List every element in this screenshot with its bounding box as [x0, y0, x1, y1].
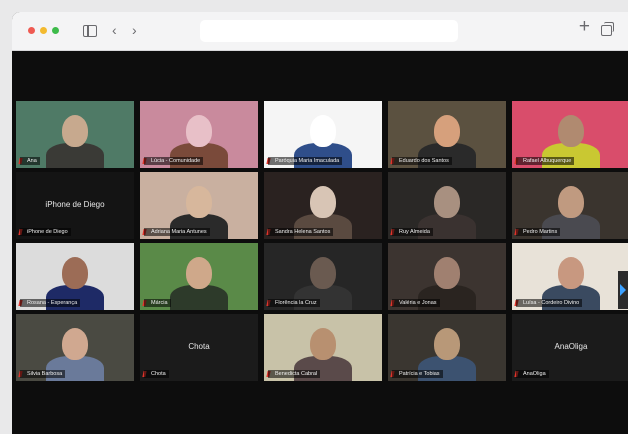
participant-name: Eduardo dos Santos: [392, 157, 452, 165]
participant-face: [558, 257, 584, 289]
participant-tile[interactable]: Paróquia Maria Imaculada: [264, 101, 382, 168]
participant-face: [558, 186, 584, 218]
participant-name: Florência la Cruz: [268, 299, 320, 307]
participant-face: [434, 186, 460, 218]
participant-face: [558, 115, 584, 147]
participant-tile[interactable]: Luísa - Cordeiro Divino: [512, 243, 628, 310]
participant-tile[interactable]: Benedicta Cabral: [264, 314, 382, 381]
participant-name: Patrícia e Tobias: [392, 370, 443, 378]
participant-name: iPhone de Diego: [20, 228, 71, 236]
address-bar[interactable]: [200, 20, 458, 42]
participant-name: Adriana Maria Antunes: [144, 228, 210, 236]
back-arrow-icon[interactable]: ‹: [112, 22, 117, 38]
maximize-window-button[interactable]: [52, 27, 59, 34]
participant-face: [310, 186, 336, 218]
participant-tile[interactable]: Márcia: [140, 243, 258, 310]
tab-overview-icon[interactable]: [601, 22, 614, 36]
participant-tile[interactable]: Ana: [16, 101, 134, 168]
participant-face: [434, 257, 460, 289]
title-bar: ‹ › +: [12, 12, 628, 51]
participant-face: [310, 115, 336, 147]
participant-face: [310, 328, 336, 360]
participant-tile[interactable]: Florência la Cruz: [264, 243, 382, 310]
browser-window: ‹ › + Ana Lúcia - Comunidade Paróquia Mari…: [12, 12, 628, 434]
minimize-window-button[interactable]: [40, 27, 47, 34]
participant-name: Ana: [20, 157, 40, 165]
video-call-gallery: Ana Lúcia - Comunidade Paróquia Maria Imac…: [12, 51, 628, 434]
participant-face: [434, 328, 460, 360]
participant-tile[interactable]: iPhone de Diego iPhone de Diego: [16, 172, 134, 239]
participant-face: [186, 115, 212, 147]
participant-tile[interactable]: Pedro Martins: [512, 172, 628, 239]
close-window-button[interactable]: [28, 27, 35, 34]
participant-tile[interactable]: Chota Chota: [140, 314, 258, 381]
participant-name: Rosana - Esperança: [20, 299, 81, 307]
participant-tile[interactable]: Silvia Barbosa: [16, 314, 134, 381]
participant-tile[interactable]: Rafael Albuquerque: [512, 101, 628, 168]
participant-name: Valéria e Jonas: [392, 299, 440, 307]
new-tab-icon[interactable]: +: [579, 17, 590, 36]
participant-name: AnaOliga: [516, 370, 549, 378]
participant-name: Silvia Barbosa: [20, 370, 66, 378]
participant-face: [62, 115, 88, 147]
participant-tile[interactable]: Rosana - Esperança: [16, 243, 134, 310]
participant-name: Sandra Helena Santos: [268, 228, 334, 236]
participant-tile[interactable]: AnaOliga AnaOliga: [512, 314, 628, 381]
participant-name: Benedicta Cabral: [268, 370, 321, 378]
participant-name: Rafael Albuquerque: [516, 157, 575, 165]
participant-name: Lúcia - Comunidade: [144, 157, 204, 165]
participant-name: Ruy Almeida: [392, 228, 433, 236]
participant-name: Márcia: [144, 299, 171, 307]
participant-name: Chota: [144, 370, 169, 378]
participant-center-name: iPhone de Diego: [45, 200, 105, 209]
participant-face: [434, 115, 460, 147]
sidebar-toggle-icon[interactable]: [83, 25, 97, 37]
participant-face: [186, 257, 212, 289]
participant-center-name: Chota: [188, 342, 210, 351]
participant-face: [186, 186, 212, 218]
participant-name: Paróquia Maria Imaculada: [268, 157, 343, 165]
participant-tile[interactable]: Valéria e Jonas: [388, 243, 506, 310]
participant-tile[interactable]: Ruy Almeida: [388, 172, 506, 239]
participant-face: [62, 328, 88, 360]
participant-tile[interactable]: Patrícia e Tobias: [388, 314, 506, 381]
next-page-arrow-icon[interactable]: [618, 271, 628, 309]
participant-center-name: AnaOliga: [554, 342, 588, 351]
participant-tile[interactable]: Lúcia - Comunidade: [140, 101, 258, 168]
forward-arrow-icon[interactable]: ›: [132, 22, 137, 38]
participant-name: Luísa - Cordeiro Divino: [516, 299, 583, 307]
participant-face: [62, 257, 88, 289]
participant-tile[interactable]: Eduardo dos Santos: [388, 101, 506, 168]
participant-face: [310, 257, 336, 289]
participant-name: Pedro Martins: [516, 228, 561, 236]
participant-tile[interactable]: Adriana Maria Antunes: [140, 172, 258, 239]
participant-tile[interactable]: Sandra Helena Santos: [264, 172, 382, 239]
